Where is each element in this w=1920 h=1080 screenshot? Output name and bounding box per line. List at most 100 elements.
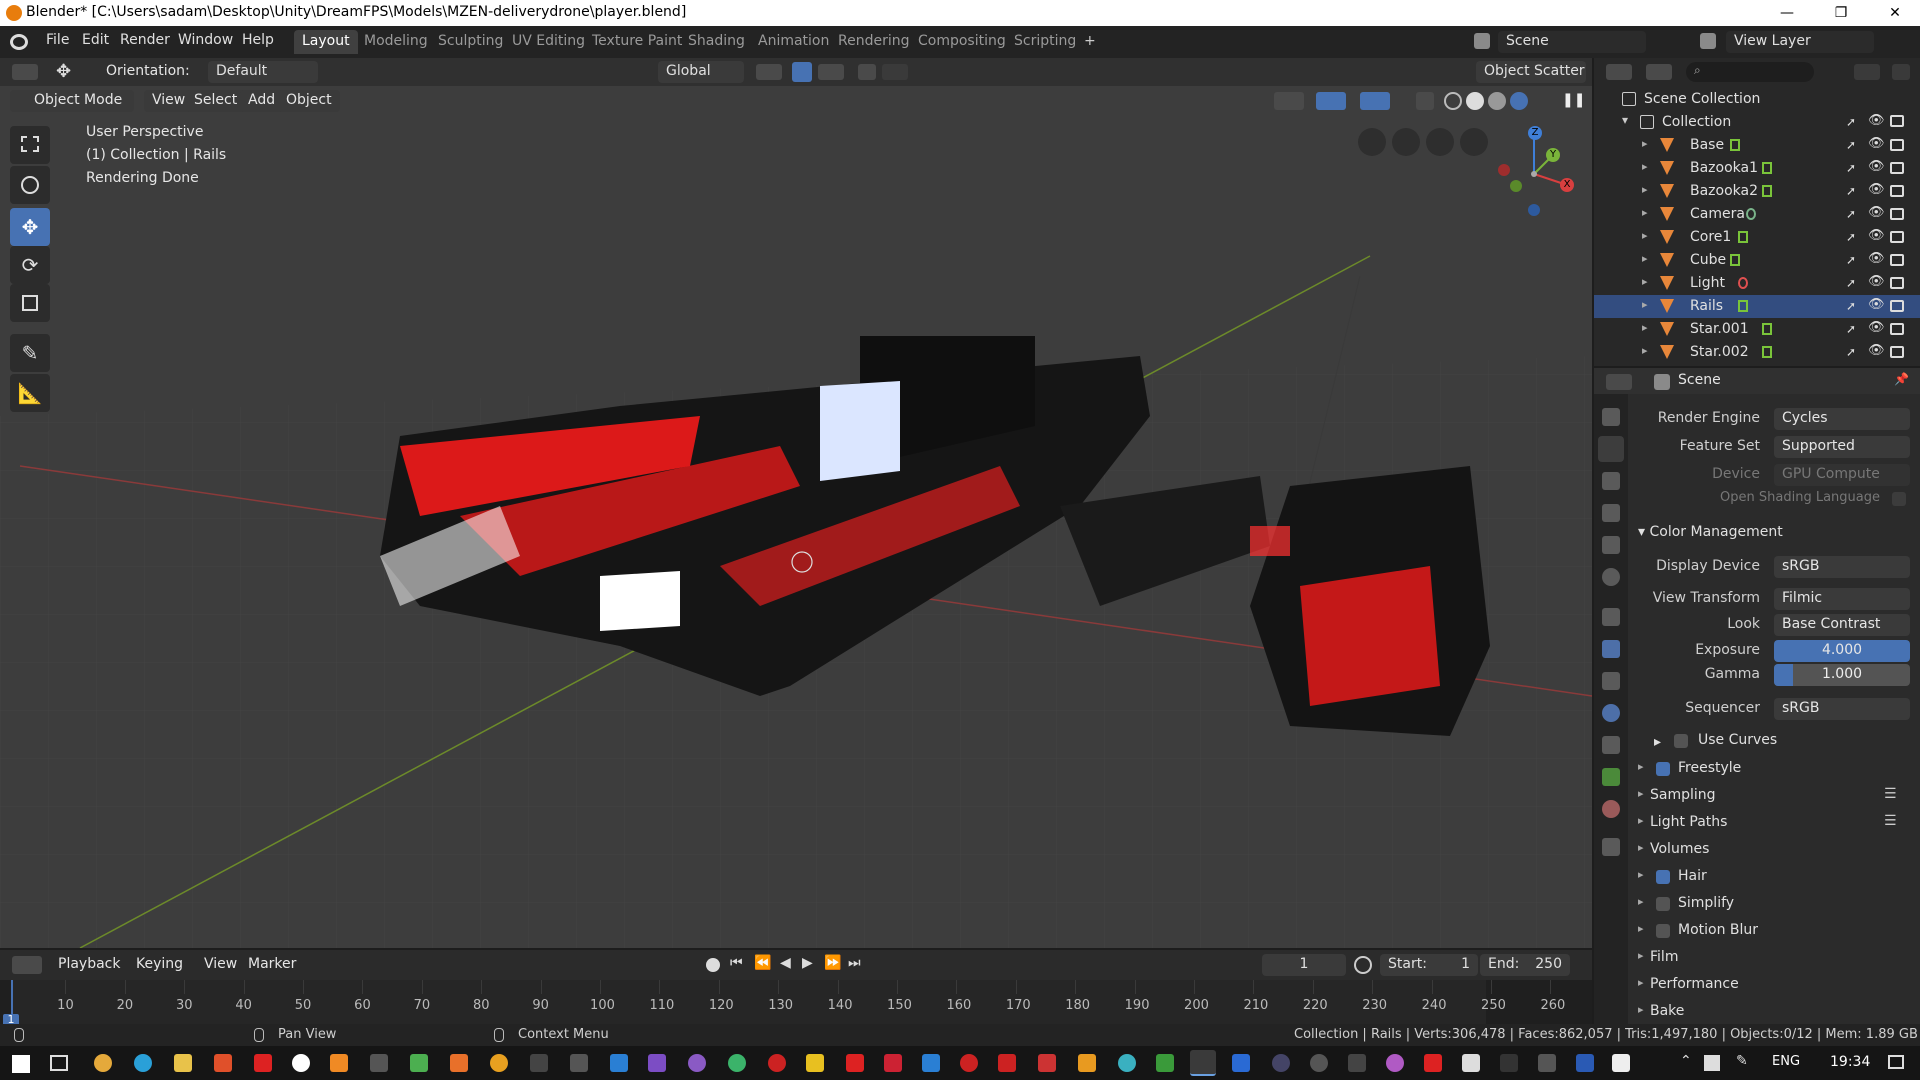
selectable-icon[interactable]: ➚ [1846, 230, 1856, 244]
mesh-data-icon[interactable] [1730, 139, 1740, 151]
motion-blur-checkbox[interactable] [1656, 924, 1670, 938]
outliner-search-input[interactable]: ⌕ [1686, 62, 1814, 82]
outliner-item-core1[interactable]: ▸ Core1 ➚ 👁 [1594, 226, 1920, 249]
app-icon-2[interactable] [370, 1054, 388, 1072]
gamma-field[interactable]: 1.000 [1774, 664, 1910, 686]
expand-arrow-icon[interactable]: ▸ [1642, 321, 1648, 334]
tab-compositing[interactable]: Compositing [910, 30, 1014, 54]
data-tab-icon[interactable] [1602, 768, 1620, 786]
expand-arrow-icon[interactable]: ▸ [1642, 137, 1648, 150]
notifications-icon[interactable] [1888, 1055, 1904, 1069]
eye-icon[interactable]: 👁 [1868, 320, 1885, 335]
tab-uv-editing[interactable]: UV Editing [504, 30, 593, 54]
mesh-data-icon[interactable] [1762, 323, 1772, 335]
display-device-dropdown[interactable]: sRGB [1774, 556, 1910, 578]
vlc-icon[interactable] [330, 1054, 348, 1072]
outliner-editor-icon[interactable] [1606, 64, 1632, 80]
camera-view-icon[interactable] [1392, 128, 1420, 156]
menu-window[interactable]: Window [178, 32, 233, 48]
app-icon-27[interactable] [1612, 1054, 1630, 1072]
presets-list-icon[interactable]: ☰ [1884, 813, 1897, 829]
app-icon-18[interactable] [1232, 1054, 1250, 1072]
dropbox-icon[interactable] [1704, 1055, 1720, 1071]
panel-light-paths[interactable]: ▸ Light Paths ☰ [1628, 810, 1920, 836]
render-camera-icon[interactable] [1890, 208, 1904, 220]
record-icon[interactable] [706, 958, 720, 972]
selectable-icon[interactable]: ➚ [1846, 184, 1856, 198]
outliner-collection[interactable]: ▾ Collection ➚ 👁 [1594, 111, 1920, 134]
outliner-scene-collection[interactable]: Scene Collection [1594, 88, 1920, 111]
visual-studio-icon[interactable] [648, 1054, 666, 1072]
hair-checkbox[interactable] [1656, 870, 1670, 884]
mesh-data-icon[interactable] [1738, 300, 1748, 312]
snap-icon[interactable] [792, 62, 812, 82]
app-icon-4[interactable] [450, 1054, 468, 1072]
eye-icon[interactable]: 👁 [1868, 274, 1885, 289]
selectable-icon[interactable]: ➚ [1846, 253, 1856, 267]
app-icon-22[interactable] [1386, 1054, 1404, 1072]
preview-range-icon[interactable] [1354, 956, 1372, 974]
display-mode-icon[interactable] [1646, 64, 1672, 80]
prev-keyframe-icon[interactable]: ⏪ [754, 955, 771, 971]
material-shading-icon[interactable] [1488, 92, 1506, 110]
menu-file[interactable]: File [46, 32, 69, 48]
render-camera-icon[interactable] [1890, 231, 1904, 243]
panel-sampling[interactable]: ▸ Sampling ☰ [1628, 783, 1920, 809]
editor-type-icon[interactable] [12, 64, 38, 80]
filter-icon[interactable] [1854, 64, 1880, 80]
cursor-tool-icon[interactable] [10, 166, 50, 204]
app-icon-10[interactable] [884, 1054, 902, 1072]
gizmo-toggle-icon[interactable] [1316, 92, 1346, 110]
menu-edit[interactable]: Edit [82, 32, 109, 48]
app-icon-3[interactable] [410, 1054, 428, 1072]
navigation-gizmo[interactable]: Z Y X [1490, 126, 1590, 216]
collection-expand-icon[interactable]: ▾ [1622, 113, 1628, 127]
pan-view-icon[interactable] [1426, 128, 1454, 156]
timeline-menu-keying[interactable]: Keying [136, 956, 183, 972]
app-icon-13[interactable] [998, 1054, 1016, 1072]
vscode-icon[interactable] [610, 1054, 628, 1072]
exposure-field[interactable]: 4.000 [1774, 640, 1910, 662]
view-layer-selector[interactable]: View Layer [1726, 31, 1874, 53]
tab-shading[interactable]: Shading [680, 30, 753, 54]
end-frame-field[interactable]: End: 250 [1480, 954, 1570, 976]
physics-tab-icon[interactable] [1602, 704, 1620, 722]
feature-set-dropdown[interactable]: Supported [1774, 436, 1910, 458]
timeline-menu-view[interactable]: View [204, 956, 237, 972]
selectable-icon[interactable]: ➚ [1846, 299, 1856, 313]
object-tab-icon[interactable] [1602, 608, 1620, 626]
eye-icon[interactable]: 👁 [1868, 297, 1885, 312]
snap-target-icon[interactable] [818, 64, 844, 80]
object-scatter-dropdown[interactable]: Object Scatter [1476, 61, 1586, 83]
mesh-data-icon[interactable] [1730, 254, 1740, 266]
app-icon-23[interactable] [1424, 1054, 1442, 1072]
menu-render[interactable]: Render [120, 32, 170, 48]
panel-hair[interactable]: ▸ Hair [1628, 864, 1920, 890]
tab-scripting[interactable]: Scripting [1006, 30, 1084, 54]
viewport-menu-select[interactable]: Select [186, 90, 246, 112]
blender-menu-icon[interactable] [10, 34, 28, 50]
mesh-data-icon[interactable] [1738, 231, 1748, 243]
app-icon-11[interactable] [922, 1054, 940, 1072]
outliner-item-bazooka2[interactable]: ▸ Bazooka2 ➚ 👁 [1594, 180, 1920, 203]
timeline-frame-ruler[interactable]: 1102030405060708090100110120130140150160… [0, 980, 1592, 1026]
transform-space-dropdown[interactable]: Global [658, 61, 744, 83]
taskbar-clock[interactable]: 19:34 [1830, 1054, 1870, 1070]
collection-eye-icon[interactable]: 👁 [1868, 113, 1885, 128]
panel-performance[interactable]: ▸ Performance [1628, 972, 1920, 998]
jump-end-icon[interactable]: ⏭ [848, 955, 861, 971]
spotify-icon[interactable] [728, 1054, 746, 1072]
render-camera-icon[interactable] [1890, 323, 1904, 335]
visibility-icon[interactable] [1274, 92, 1304, 110]
outliner-item-base[interactable]: ▸ Base ➚ 👁 [1594, 134, 1920, 157]
eye-icon[interactable]: 👁 [1868, 205, 1885, 220]
app-icon-6[interactable] [688, 1054, 706, 1072]
orientation-dropdown[interactable]: Default [208, 61, 318, 83]
viewport-menu-add[interactable]: Add [240, 90, 284, 112]
view-layer-tab-icon[interactable] [1602, 504, 1620, 522]
app-icon-7[interactable] [768, 1054, 786, 1072]
expand-arrow-icon[interactable]: ▸ [1642, 229, 1648, 242]
file-explorer-icon[interactable] [174, 1054, 192, 1072]
chrome-icon[interactable] [94, 1054, 112, 1072]
render-camera-icon[interactable] [1890, 277, 1904, 289]
